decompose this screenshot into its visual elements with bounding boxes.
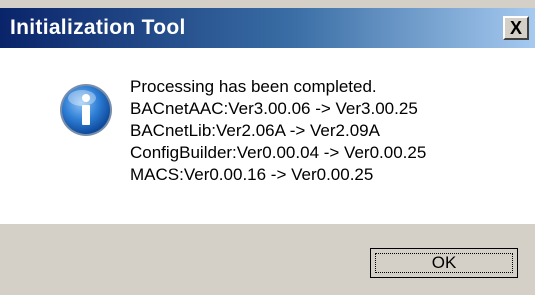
ok-button[interactable]: OK [370,248,518,278]
message-line: MACS:Ver0.00.16 -> Ver0.00.25 [130,165,374,184]
window-title: Initialization Tool [10,16,186,39]
message-line: BACnetAAC:Ver3.00.06 -> Ver3.00.25 [130,99,418,118]
dialog-window: Initialization Tool X Processing has bee… [0,0,535,295]
button-bar: OK [0,224,535,295]
close-button[interactable]: X [503,16,529,40]
message-line: ConfigBuilder:Ver0.00.04 -> Ver0.00.25 [130,143,427,162]
message-line: Processing has been completed. [130,77,377,96]
title-bar[interactable]: Initialization Tool X [0,8,535,48]
message-area: Processing has been completed. BACnetAAC… [0,48,535,224]
close-icon: X [509,18,522,38]
message-line: BACnetLib:Ver2.06A -> Ver2.09A [130,121,380,140]
ok-button-label: OK [375,253,513,273]
message-text: Processing has been completed. BACnetAAC… [130,76,426,186]
info-icon [60,84,112,136]
